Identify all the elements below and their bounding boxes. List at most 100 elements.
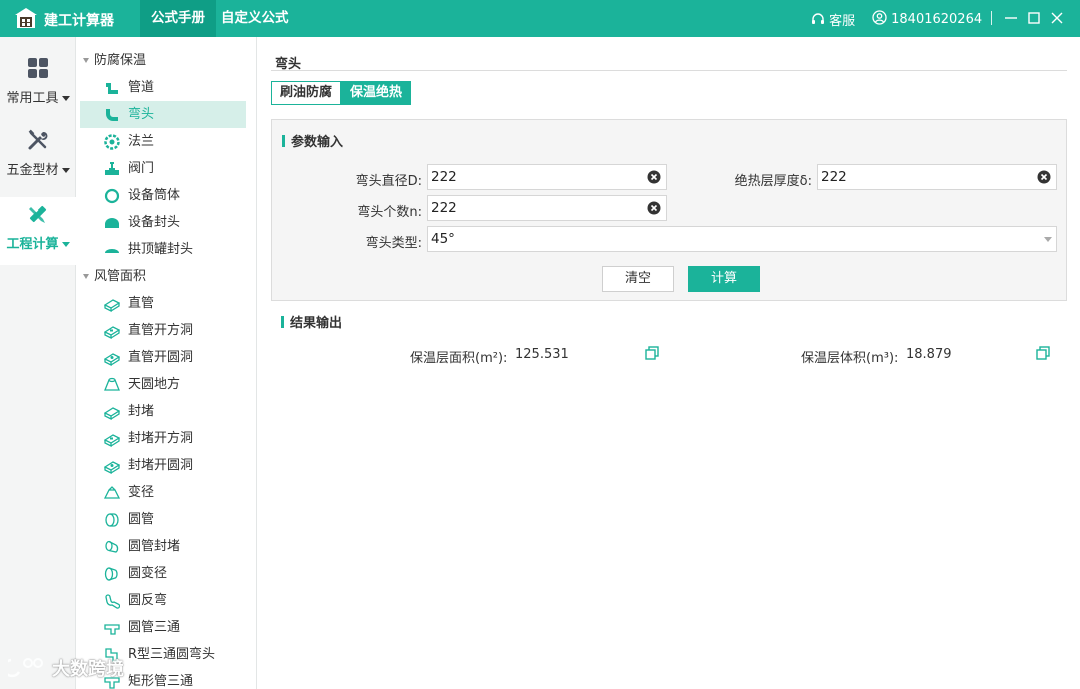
watermark-logo-icon (8, 658, 43, 678)
tree-item-label: 直管 (128, 296, 155, 311)
rail-item-engineering[interactable]: 工程计算 (0, 197, 76, 265)
tree-item-label: 变径 (128, 485, 155, 500)
minimize-icon[interactable] (1002, 9, 1020, 27)
result-section-title: 结果输出 (281, 312, 342, 331)
tree-item-straight-duct[interactable]: 直管 (80, 290, 246, 317)
tree-item-label: 管道 (128, 80, 155, 95)
tab-brush-oil-anticorrosion[interactable]: 刷油防腐 (271, 81, 341, 105)
tree-item-round-reducer[interactable]: 圆变径 (80, 560, 246, 587)
diameter-value: 222 (431, 169, 457, 185)
user-account-button[interactable]: 18401620264 (872, 10, 982, 27)
tree-item-round-to-square[interactable]: 天圆地方 (80, 371, 246, 398)
duct-cap-icon (104, 407, 120, 420)
tree-item-label: 法兰 (128, 134, 155, 149)
tree-item-label: 封堵开方洞 (128, 431, 194, 446)
tree-item-label: 直管开方洞 (128, 323, 194, 338)
clear-diameter-icon[interactable] (647, 170, 661, 184)
tree-item-head[interactable]: 设备封头 (80, 209, 246, 236)
tree-item-label: 封堵 (128, 404, 155, 419)
copy-volume-icon[interactable] (1035, 345, 1051, 361)
rail-item-hardware[interactable]: 五金型材 (0, 129, 76, 189)
tree-item-label: 圆管封堵 (128, 539, 181, 554)
titlebar-divider (991, 11, 992, 25)
dome-icon (105, 249, 119, 253)
calculate-button[interactable]: 计算 (688, 266, 760, 292)
clear-thickness-icon[interactable] (1037, 170, 1051, 184)
param-input-panel: 参数输入 弯头直径D: 222 绝热层厚度δ: 222 弯头个数n: 222 弯… (271, 119, 1067, 301)
thickness-label: 绝热层厚度δ: (734, 174, 812, 189)
duct-icon (104, 299, 120, 312)
chevron-down-icon (61, 96, 70, 101)
left-rail: 常用工具 五金型材 工程计算 (0, 37, 76, 689)
tree-item-pipe[interactable]: 管道 (80, 74, 246, 101)
tree-item-label: 弯头 (128, 107, 155, 122)
user-icon (872, 10, 887, 25)
maximize-icon[interactable] (1025, 9, 1043, 27)
tree-group-duct-area[interactable]: 风管面积 (77, 263, 245, 290)
reducer-icon (104, 486, 120, 499)
tree-item-elbow[interactable]: 弯头 (80, 101, 246, 128)
elbow-type-value: 45° (431, 231, 455, 247)
tree-item-label: 圆变径 (128, 566, 168, 581)
clear-count-icon[interactable] (647, 201, 661, 215)
tree-item-label: 直管开圆洞 (128, 350, 194, 365)
round-duct-icon (105, 513, 119, 527)
tree-item-reducer[interactable]: 变径 (80, 479, 246, 506)
tree-item-duct-round-hole[interactable]: 直管开圆洞 (80, 344, 246, 371)
tab-custom-formula[interactable]: 自定义公式 (221, 0, 289, 37)
round-reverse-bend-icon (105, 594, 120, 609)
title-divider (271, 70, 1067, 71)
customer-service-button[interactable]: 客服 (811, 10, 855, 29)
tools-icon (28, 129, 48, 150)
round-to-square-icon (104, 377, 120, 391)
tree-group-label: 防腐保温 (94, 53, 147, 68)
copy-area-icon[interactable] (644, 345, 660, 361)
elbow-type-select[interactable]: 45° (427, 226, 1057, 252)
diameter-input[interactable]: 222 (427, 164, 667, 190)
tree-item-dome[interactable]: 拱顶罐封头 (80, 236, 246, 263)
app-logo-icon (15, 8, 37, 28)
tree-item-cap-round-hole[interactable]: 封堵开圆洞 (80, 452, 246, 479)
tree-item-cap-square-hole[interactable]: 封堵开方洞 (80, 425, 246, 452)
param-section-title: 参数输入 (282, 131, 343, 150)
area-label: 保温层面积(m²): (410, 351, 508, 366)
tree-group-anticorrosion[interactable]: 防腐保温 (77, 47, 245, 74)
volume-label: 保温层体积(m³): (801, 351, 899, 366)
area-value: 125.531 (515, 347, 569, 362)
tree-item-valve[interactable]: 阀门 (80, 155, 246, 182)
headset-icon (812, 13, 824, 24)
tree-item-flange[interactable]: 法兰 (80, 128, 246, 155)
thickness-value: 222 (821, 169, 847, 185)
thickness-input[interactable]: 222 (817, 164, 1057, 190)
tree-item-round-reverse-bend[interactable]: 圆反弯 (80, 587, 246, 614)
round-reducer-icon (104, 567, 118, 581)
tree-item-label: 阀门 (128, 161, 155, 176)
tree-item-round-cap[interactable]: 圆管封堵 (80, 533, 246, 560)
diameter-label: 弯头直径D: (355, 174, 422, 189)
app-title: 建工计算器 (44, 13, 114, 29)
rail-label-hardware: 五金型材 (6, 163, 59, 178)
caret-down-icon (83, 274, 89, 279)
tree-item-label: 圆反弯 (128, 593, 168, 608)
clear-button[interactable]: 清空 (602, 266, 674, 292)
flange-icon (104, 134, 120, 150)
rail-item-common-tools[interactable]: 常用工具 (0, 57, 76, 117)
tree-item-duct-cap[interactable]: 封堵 (80, 398, 246, 425)
tree-item-round-tee[interactable]: 圆管三通 (80, 614, 246, 641)
tab-formula-manual[interactable]: 公式手册 (140, 0, 216, 37)
cap-round-hole-icon (104, 461, 120, 474)
tree-item-cylinder[interactable]: 设备筒体 (80, 182, 246, 209)
count-value: 222 (431, 200, 457, 216)
tree-item-duct-square-hole[interactable]: 直管开方洞 (80, 317, 246, 344)
section-accent-bar (281, 316, 284, 328)
tab-insulation[interactable]: 保温绝热 (341, 81, 411, 105)
count-input[interactable]: 222 (427, 195, 667, 221)
tree-item-label: 设备筒体 (128, 188, 181, 203)
close-icon[interactable] (1048, 9, 1066, 27)
duct-square-hole-icon (104, 326, 120, 339)
tree-item-round-duct[interactable]: 圆管 (80, 506, 246, 533)
cylinder-icon (104, 188, 120, 204)
duct-round-hole-icon (104, 353, 120, 366)
tree-item-label: R型三通圆弯头 (128, 647, 216, 662)
pipe-icon (106, 83, 118, 94)
